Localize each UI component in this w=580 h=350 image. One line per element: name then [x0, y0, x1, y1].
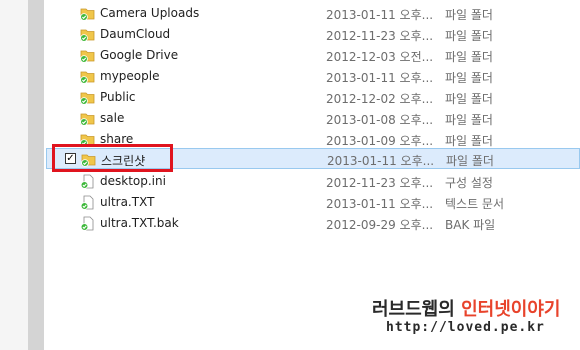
- file-row[interactable]: sale 2013-01-08 오후... 파일 폴더: [46, 108, 580, 129]
- file-name: sale: [100, 111, 125, 125]
- file-list: Camera Uploads 2013-01-11 오후... 파일 폴더 Da…: [46, 0, 580, 240]
- file-name: ultra.TXT.bak: [100, 216, 179, 230]
- synced-folder-icon: [80, 27, 96, 42]
- watermark-url: http://loved.pe.kr: [386, 320, 545, 335]
- synced-file-icon: [80, 174, 96, 189]
- navigation-pane-scrollbar[interactable]: [28, 0, 44, 350]
- file-type: 텍스트 문서: [445, 197, 505, 211]
- synced-folder-icon: [80, 111, 96, 126]
- file-date: 2013-01-11 오후...: [326, 197, 434, 211]
- synced-folder-icon: [80, 48, 96, 63]
- file-row[interactable]: ultra.TXT.bak 2012-09-29 오후... BAK 파일: [46, 213, 580, 234]
- file-date: 2012-12-03 오전...: [326, 50, 434, 64]
- file-type: 파일 폴더: [445, 92, 493, 106]
- file-date: 2012-12-02 오후...: [326, 92, 434, 106]
- file-name: Camera Uploads: [100, 6, 200, 20]
- file-type: BAK 파일: [445, 218, 496, 232]
- navigation-pane: [0, 0, 28, 350]
- synced-folder-icon: [80, 6, 96, 21]
- synced-folder-icon: [80, 90, 96, 105]
- file-row[interactable]: ultra.TXT 2013-01-11 오후... 텍스트 문서: [46, 192, 580, 213]
- watermark-brand-left: 러브드웹의: [372, 299, 462, 320]
- file-name: DaumCloud: [100, 27, 171, 41]
- file-row[interactable]: DaumCloud 2012-11-23 오후... 파일 폴더: [46, 24, 580, 45]
- file-row[interactable]: Google Drive 2012-12-03 오전... 파일 폴더: [46, 45, 580, 66]
- file-date: 2013-01-09 오후...: [326, 134, 434, 148]
- file-type: 파일 폴더: [445, 8, 493, 22]
- synced-file-icon: [80, 216, 96, 231]
- file-date: 2013-01-11 오후...: [326, 71, 434, 85]
- synced-folder-icon: [80, 69, 96, 84]
- watermark-brand-right: 인터넷이야기: [461, 299, 561, 320]
- file-type: 파일 폴더: [445, 113, 493, 127]
- watermark-brand: 러브드웹의 인터넷이야기: [372, 295, 560, 321]
- file-date: 2012-11-23 오후...: [326, 29, 434, 43]
- file-row[interactable]: Camera Uploads 2013-01-11 오후... 파일 폴더: [46, 3, 580, 24]
- file-name: desktop.ini: [100, 174, 166, 188]
- file-type: 파일 폴더: [445, 134, 493, 148]
- file-row[interactable]: Public 2012-12-02 오후... 파일 폴더: [46, 87, 580, 108]
- file-date: 2013-01-08 오후...: [326, 113, 434, 127]
- file-date: 2013-01-11 오후...: [326, 8, 434, 22]
- file-type: 파일 폴더: [445, 71, 493, 85]
- synced-file-icon: [80, 195, 96, 210]
- file-name: Public: [100, 90, 136, 104]
- file-name: Google Drive: [100, 48, 179, 62]
- file-row[interactable]: desktop.ini 2012-11-23 오후... 구성 설정: [46, 171, 580, 192]
- file-row[interactable]: mypeople 2013-01-11 오후... 파일 폴더: [46, 66, 580, 87]
- file-type: 파일 폴더: [445, 29, 493, 43]
- file-type: 구성 설정: [445, 176, 493, 190]
- file-name: ultra.TXT: [100, 195, 155, 209]
- file-type: 파일 폴더: [445, 50, 493, 64]
- file-date: 2012-11-23 오후...: [326, 176, 434, 190]
- file-date: 2013-01-11 오후...: [327, 154, 435, 168]
- highlight-box: [52, 144, 173, 172]
- file-date: 2012-09-29 오후...: [326, 218, 434, 232]
- file-name: mypeople: [100, 69, 160, 83]
- file-type: 파일 폴더: [446, 154, 494, 168]
